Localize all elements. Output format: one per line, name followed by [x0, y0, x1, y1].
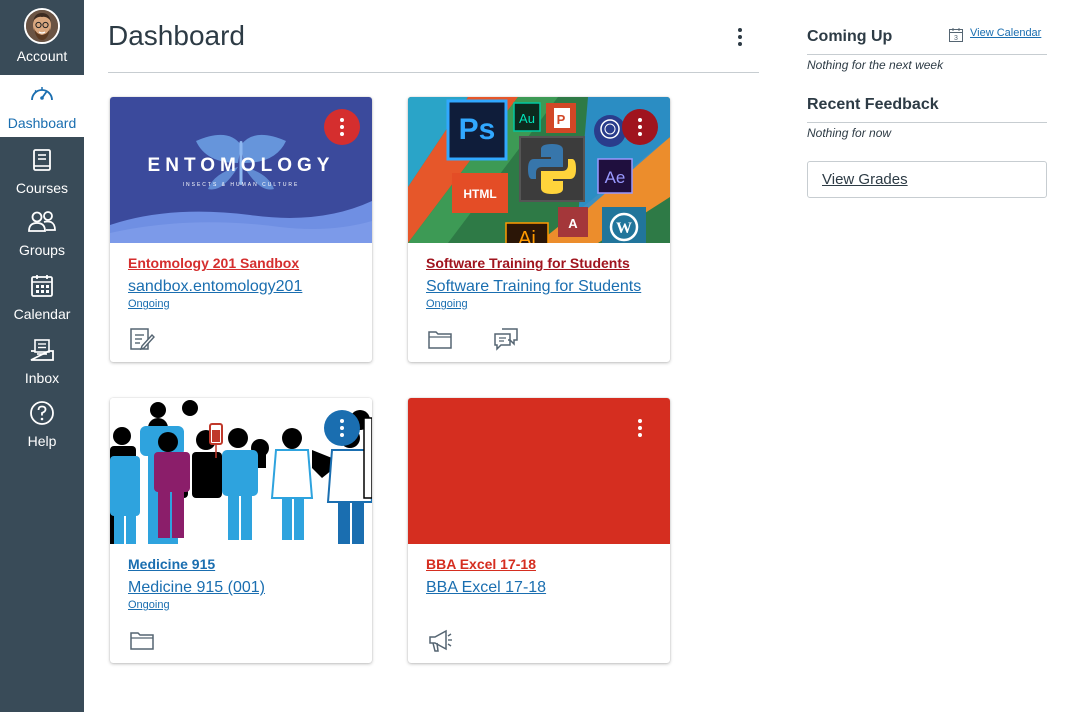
- more-vertical-icon: [738, 28, 742, 46]
- card-course-name[interactable]: Entomology 201 Sandbox: [128, 255, 299, 271]
- more-vertical-icon: [638, 419, 642, 437]
- entomology-hero-title: ENTOMOLOGY: [148, 155, 335, 176]
- view-grades-button[interactable]: View Grades: [807, 161, 1047, 198]
- card-course-name[interactable]: Software Training for Students: [426, 255, 630, 271]
- card-options-button[interactable]: [324, 410, 360, 446]
- audition-tile-label: Au: [519, 111, 535, 126]
- header-divider: [108, 72, 759, 73]
- nav-groups[interactable]: Groups: [0, 203, 84, 265]
- course-card-bba-excel[interactable]: BBA Excel 17-18 BBA Excel 17-18: [408, 398, 670, 663]
- svg-text:A: A: [568, 216, 578, 231]
- nav-dashboard[interactable]: Dashboard: [0, 75, 84, 137]
- help-icon: [30, 401, 54, 425]
- nav-calendar[interactable]: Calendar: [0, 267, 84, 329]
- calendar-icon: 3: [949, 28, 963, 42]
- nav-help-label: Help: [27, 433, 57, 449]
- card-course-name[interactable]: Medicine 915: [128, 556, 215, 572]
- coming-up-heading: Coming Up: [807, 28, 893, 45]
- assignments-icon[interactable]: [128, 325, 156, 353]
- nav-account[interactable]: Account: [0, 0, 84, 73]
- recent-feedback-heading: Recent Feedback: [807, 96, 939, 113]
- card-course-code[interactable]: sandbox.entomology201: [128, 278, 302, 296]
- coming-up-empty-text: Nothing for the next week: [807, 58, 944, 72]
- inbox-icon: [30, 339, 54, 361]
- illustrator-tile-label: Ai: [518, 228, 536, 243]
- course-card-software-training[interactable]: Ps Au P HTML Ae A W Ai Software Training…: [408, 97, 670, 362]
- more-vertical-icon: [638, 118, 642, 136]
- book-icon: [33, 149, 51, 171]
- nav-courses[interactable]: Courses: [0, 141, 84, 203]
- view-calendar-link[interactable]: 3 View Calendar: [946, 26, 1048, 46]
- nav-inbox[interactable]: Inbox: [0, 331, 84, 393]
- card-options-button[interactable]: [622, 109, 658, 145]
- card-course-name[interactable]: BBA Excel 17-18: [426, 556, 536, 572]
- nav-groups-label: Groups: [19, 242, 65, 258]
- card-term[interactable]: Ongoing: [128, 599, 170, 611]
- files-icon[interactable]: [128, 626, 156, 654]
- svg-text:W: W: [616, 220, 632, 237]
- card-options-button[interactable]: [622, 410, 658, 446]
- nav-help[interactable]: Help: [0, 394, 84, 456]
- speedometer-icon: [31, 87, 53, 101]
- course-card-medicine[interactable]: Medicine 915 Medicine 915 (001) Ongoing: [110, 398, 372, 663]
- nav-inbox-label: Inbox: [24, 370, 60, 386]
- more-vertical-icon: [340, 419, 344, 437]
- card-course-code[interactable]: Medicine 915 (001): [128, 579, 265, 597]
- entomology-hero-subtitle: INSECTS & HUMAN CULTURE: [183, 182, 300, 188]
- course-card-entomology[interactable]: ENTOMOLOGY INSECTS & HUMAN CULTURE Entom…: [110, 97, 372, 362]
- discussions-icon[interactable]: [492, 325, 520, 353]
- people-icon: [28, 211, 56, 232]
- calendar-day-number: 3: [954, 35, 958, 42]
- coming-up-divider: [807, 54, 1047, 55]
- more-vertical-icon: [340, 118, 344, 136]
- card-course-code[interactable]: BBA Excel 17-18: [426, 579, 546, 597]
- card-course-code[interactable]: Software Training for Students: [426, 278, 641, 296]
- svg-text:P: P: [557, 112, 566, 127]
- nav-account-label: Account: [16, 48, 68, 64]
- avatar: [24, 8, 60, 44]
- dashboard-options-button[interactable]: [726, 22, 754, 52]
- page-title: Dashboard: [108, 20, 245, 51]
- photoshop-tile-label: Ps: [459, 113, 496, 146]
- card-term[interactable]: Ongoing: [426, 298, 468, 310]
- card-options-button[interactable]: [324, 109, 360, 145]
- announcements-icon[interactable]: [426, 626, 454, 654]
- calendar-icon: [31, 275, 53, 297]
- view-calendar-label: View Calendar: [970, 27, 1042, 39]
- global-navigation: Account Dashboard Courses Groups Calenda…: [0, 0, 84, 712]
- nav-dashboard-label: Dashboard: [7, 115, 77, 131]
- files-icon[interactable]: [426, 325, 454, 353]
- recent-feedback-divider: [807, 122, 1047, 123]
- after-effects-tile-label: Ae: [605, 168, 626, 187]
- recent-feedback-empty-text: Nothing for now: [807, 126, 892, 140]
- html-tile-label: HTML: [463, 187, 496, 201]
- nav-courses-label: Courses: [15, 180, 69, 196]
- nav-calendar-label: Calendar: [13, 306, 71, 322]
- card-term[interactable]: Ongoing: [128, 298, 170, 310]
